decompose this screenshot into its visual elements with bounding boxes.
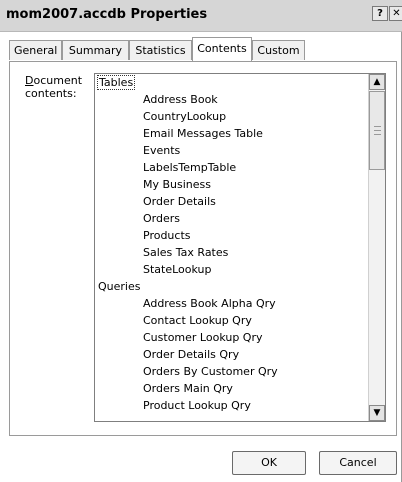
list-item-label: Products [143, 229, 191, 242]
list-item[interactable]: Orders [95, 210, 369, 227]
list-item-label: Contact Lookup Qry [143, 314, 252, 327]
list-item[interactable]: Product Lookup Qry [95, 397, 369, 414]
scroll-down-icon[interactable]: ▼ [369, 405, 385, 421]
list-item-label: CountryLookup [143, 110, 227, 123]
list-item-label: My Business [143, 178, 212, 191]
list-item[interactable]: Customer Lookup Qry [95, 329, 369, 346]
list-item-label: Address Book Alpha Qry [143, 297, 276, 310]
list-item[interactable]: Order Details [95, 193, 369, 210]
scroll-thumb[interactable] [369, 91, 385, 170]
document-contents-label: Document contents: [25, 74, 93, 100]
list-item-label: Orders Main Qry [143, 382, 233, 395]
list-content: Tables Address Book CountryLookup Email Mes… [95, 74, 369, 414]
label-line2: contents: [25, 87, 77, 100]
list-item-label: Queries [98, 280, 141, 293]
list-item-label: Address Book [143, 93, 218, 106]
list-group-header[interactable]: Tables [95, 74, 369, 91]
list-item-label: Tables [96, 75, 136, 90]
list-item[interactable]: Address Book Alpha Qry [95, 295, 369, 312]
list-item-label: Order Details Qry [143, 348, 240, 361]
document-contents-list[interactable]: Tables Address Book CountryLookup Email Mes… [94, 73, 386, 422]
help-icon[interactable]: ? [372, 6, 388, 21]
tab-contents[interactable]: Contents [192, 37, 252, 61]
list-item[interactable]: My Business [95, 176, 369, 193]
properties-dialog: mom2007.accdb Properties ? ✕ General Sum… [0, 0, 402, 482]
list-item[interactable]: Sales Tax Rates [95, 244, 369, 261]
cancel-button[interactable]: Cancel [319, 451, 397, 475]
list-item-label: Orders By Customer Qry [143, 365, 278, 378]
list-item[interactable]: StateLookup [95, 261, 369, 278]
list-item-label: Sales Tax Rates [143, 246, 229, 259]
grip-icon [374, 126, 381, 135]
list-item[interactable]: Orders By Customer Qry [95, 363, 369, 380]
window-title: mom2007.accdb Properties [6, 7, 208, 22]
tab-strip: General Summary Statistics Contents Cust… [0, 37, 402, 62]
tab-general[interactable]: General [9, 40, 62, 60]
vertical-scrollbar[interactable]: ▲ ▼ [368, 74, 385, 421]
list-item[interactable]: Products [95, 227, 369, 244]
list-item[interactable]: Order Details Qry [95, 346, 369, 363]
list-item-label: Order Details [143, 195, 216, 208]
list-group-header[interactable]: Queries [95, 278, 369, 295]
list-item[interactable]: Orders Main Qry [95, 380, 369, 397]
list-item-label: Orders [143, 212, 180, 225]
list-item-label: StateLookup [143, 263, 212, 276]
list-item[interactable]: LabelsTempTable [95, 159, 369, 176]
label-line1-rest: ocument [33, 74, 83, 87]
title-bar[interactable]: mom2007.accdb Properties ? ✕ [0, 0, 402, 32]
list-item[interactable]: Email Messages Table [95, 125, 369, 142]
list-item-label: Events [143, 144, 181, 157]
tab-custom[interactable]: Custom [252, 40, 305, 60]
tab-statistics[interactable]: Statistics [129, 40, 192, 60]
list-item-label: Email Messages Table [143, 127, 263, 140]
scroll-up-icon[interactable]: ▲ [369, 74, 385, 90]
ok-button[interactable]: OK [232, 451, 306, 475]
tab-summary[interactable]: Summary [62, 40, 129, 60]
list-item[interactable]: Address Book [95, 91, 369, 108]
list-item-label: Product Lookup Qry [143, 399, 251, 412]
list-item[interactable]: Contact Lookup Qry [95, 312, 369, 329]
list-item[interactable]: Events [95, 142, 369, 159]
list-item-label: LabelsTempTable [143, 161, 237, 174]
list-item-label: Customer Lookup Qry [143, 331, 263, 344]
close-icon[interactable]: ✕ [389, 6, 402, 21]
list-item[interactable]: CountryLookup [95, 108, 369, 125]
